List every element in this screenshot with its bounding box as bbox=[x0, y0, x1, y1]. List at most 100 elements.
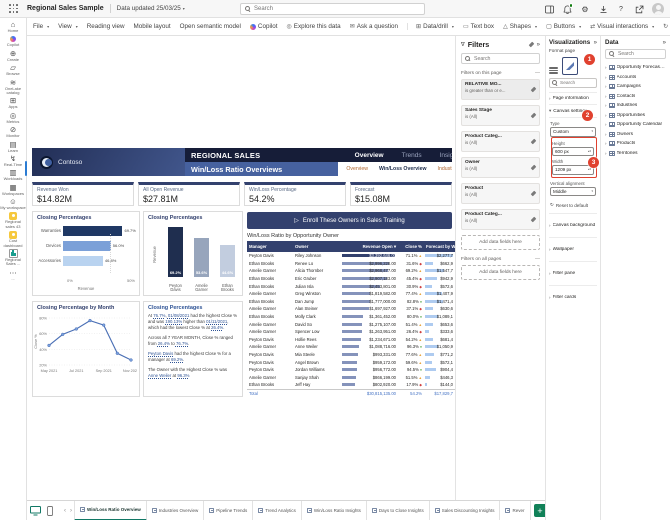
page-tab-rever[interactable]: Rever bbox=[500, 501, 531, 520]
nav-scroll-indicator[interactable] bbox=[25, 161, 27, 176]
table-row[interactable]: Ethan Brooks Jeff Hay $802,920.00 17.9%◆ $14… bbox=[247, 381, 455, 389]
filter-card-product-categ-[interactable]: Product Categ... is (All) bbox=[461, 209, 540, 230]
column-header-close[interactable]: Close % bbox=[398, 244, 424, 249]
canvas-height-input[interactable]: 600 px ▴▾ bbox=[552, 146, 594, 156]
data-table-industries[interactable]: › Industries bbox=[605, 101, 666, 111]
menu-item-view[interactable]: View ▾ bbox=[58, 23, 78, 30]
table-row[interactable]: Peyton Davis Angel Brown $959,172.00 59.6%▲… bbox=[247, 358, 455, 366]
data-table-campaigns[interactable]: › Campaigns bbox=[605, 82, 666, 92]
sidebar-item-home[interactable]: ⌂ Home bbox=[0, 20, 26, 33]
table-row[interactable]: Amelie Garner Spencer Low $1,263,951.00 26.… bbox=[247, 328, 455, 336]
page-tab-days-to-close-insights[interactable]: Days to Close Insights bbox=[367, 501, 430, 520]
settings-gear-icon[interactable]: ⚙ bbox=[580, 4, 590, 14]
menu-item-file[interactable]: File ▾ bbox=[33, 23, 49, 30]
menu-item-explore-this-data[interactable]: ◎ Explore this data bbox=[287, 23, 341, 30]
table-row[interactable]: Peyton Davis Hollie Rees $1,234,671.00 54.2… bbox=[247, 336, 455, 344]
sidebar-item-monitor[interactable]: ⊘ Monitor bbox=[0, 125, 26, 138]
clear-filter-eraser-icon[interactable] bbox=[530, 164, 537, 171]
vertical-alignment-select[interactable]: Middle ▾ bbox=[550, 186, 596, 196]
chevron-right-icon[interactable]: › bbox=[605, 103, 607, 108]
table-row[interactable]: Ethan Brooks Dan Jump $1,777,000.00 82.8%● $… bbox=[247, 298, 455, 306]
app-launcher-icon[interactable] bbox=[9, 4, 18, 13]
report-subtab-overview[interactable]: Overview bbox=[346, 166, 368, 172]
format-section-wallpaper[interactable]: › Wallpaper bbox=[549, 237, 597, 261]
page-tab-win-loss-ratio-overview[interactable]: Win/Loss Ratio Overview bbox=[74, 501, 147, 520]
menu-item-copilot[interactable]: Copilot bbox=[249, 23, 278, 30]
chevron-right-icon[interactable]: › bbox=[605, 132, 607, 137]
table-row[interactable]: Ethan Brooks Renee Lo $2,996,228.00 31.6%◆ $… bbox=[247, 260, 455, 268]
kpi-card-revenue-won[interactable]: Revenue Won $14.82M bbox=[32, 182, 134, 206]
clear-filter-eraser-icon[interactable] bbox=[530, 112, 537, 119]
menu-item-buttons[interactable]: ▢ Buttons ▾ bbox=[546, 23, 581, 30]
data-table-territories[interactable]: › Territories bbox=[605, 149, 666, 159]
chevron-right-icon[interactable]: › bbox=[605, 141, 607, 146]
user-avatar[interactable] bbox=[652, 3, 664, 15]
format-section-filter-cards[interactable]: › Filter cards bbox=[549, 285, 597, 309]
download-icon[interactable] bbox=[598, 4, 608, 14]
table-row[interactable]: Amelie Garner David So $1,275,107.00 51.4%▲… bbox=[247, 320, 455, 328]
sidebar-item-browse[interactable]: ▱ Browse bbox=[0, 63, 26, 76]
sidebar-item-workloads[interactable]: ▥ Workloads bbox=[0, 168, 26, 181]
data-table-opportunity-forecast-[interactable]: › Opportunity Forecast ... bbox=[605, 63, 666, 73]
help-icon[interactable]: ? bbox=[616, 4, 626, 14]
page-tab-pipeline-trends[interactable]: Pipeline Trends bbox=[204, 501, 254, 520]
closing-percentages-hbar-visual[interactable]: Closing Percentages Warranties 69.7% Devic… bbox=[32, 211, 140, 296]
chevron-right-icon[interactable]: › bbox=[605, 94, 607, 99]
bar-peyton-davis[interactable]: 69.2% bbox=[168, 227, 183, 277]
canvas-type-select[interactable]: Custom ▾ bbox=[550, 127, 596, 137]
global-search-input[interactable]: Search bbox=[240, 3, 425, 15]
table-row[interactable]: Amelie Garner Greg Winston $1,819,582.00 77… bbox=[247, 290, 455, 298]
spinner-icons[interactable]: ▴▾ bbox=[588, 168, 591, 171]
page-tab-sales-discounting-insights[interactable]: Sales Discounting Insights bbox=[430, 501, 501, 520]
chevron-right-icon[interactable]: › bbox=[605, 75, 607, 80]
page-information-section[interactable]: › Page information bbox=[549, 92, 597, 105]
table-row[interactable]: Peyton Davis Riley Johnson $3,392,646.00 71… bbox=[247, 252, 455, 260]
report-tab-trends[interactable]: Trends bbox=[402, 152, 422, 159]
table-row[interactable]: Peyton Davis Mia Steele $993,331.00 77.6%▲ $… bbox=[247, 351, 455, 359]
data-table-products[interactable]: › Products bbox=[605, 139, 666, 149]
chevron-right-icon[interactable]: › bbox=[605, 151, 607, 156]
data-table-opportunity-calendar[interactable]: › Opportunity Calendar bbox=[605, 120, 666, 130]
kpi-card-all-open-revenue[interactable]: All Open Revenue $27.81M bbox=[138, 182, 240, 206]
sidebar-item-create[interactable]: ⊕ Create bbox=[0, 49, 26, 62]
side-panel-icon[interactable] bbox=[544, 4, 554, 14]
report-subtab-industries[interactable]: Industries bbox=[438, 166, 453, 172]
add-data-fields-dropzone[interactable]: Add data fields here bbox=[461, 265, 540, 280]
collapse-pane-icon[interactable]: » bbox=[537, 42, 540, 48]
chevron-right-icon[interactable]: › bbox=[605, 65, 607, 70]
data-table-owners[interactable]: › Owners bbox=[605, 130, 666, 140]
bar-amelie-garner[interactable]: 53.6% bbox=[194, 238, 209, 277]
section-more-icon[interactable]: — bbox=[535, 70, 540, 76]
page-tab-trend-analytics[interactable]: Trend Analytics bbox=[253, 501, 302, 520]
menu-item-ask-a-question[interactable]: ✉ Ask a question bbox=[350, 23, 398, 30]
table-row[interactable]: Ethan Brooks Molly Clark $1,361,452.00 80.0… bbox=[247, 313, 455, 321]
canvas-width-input[interactable]: 1209 px ▴▾ bbox=[552, 165, 594, 175]
add-data-fields-dropzone[interactable]: Add data fields here bbox=[461, 235, 540, 250]
filter-card-owner[interactable]: Owner is (All) bbox=[461, 157, 540, 178]
page-tab-industries-overview[interactable]: Industries Overview bbox=[147, 501, 205, 520]
clear-filters-eraser-icon[interactable] bbox=[528, 41, 534, 48]
bar-ethan-brooks[interactable]: 44.6% bbox=[220, 244, 235, 277]
menu-item-reading-view[interactable]: Reading view bbox=[87, 23, 125, 30]
data-table-opportunities[interactable]: › Opportunities bbox=[605, 111, 666, 121]
chevron-right-icon[interactable]: › bbox=[605, 122, 607, 127]
filter-card-product-categ-[interactable]: Product Categ... is (All) bbox=[461, 131, 540, 152]
sidebar-item-real-time[interactable]: ↯ Real-Time bbox=[0, 154, 26, 167]
new-page-button[interactable]: + bbox=[533, 504, 545, 517]
sidebar-item-copilot[interactable]: Copilot bbox=[0, 34, 26, 47]
format-page-icon[interactable] bbox=[562, 57, 578, 75]
column-header-owner[interactable]: Owner bbox=[293, 244, 341, 249]
next-page-arrow[interactable]: › bbox=[70, 508, 72, 514]
filter-card-relative-mo-[interactable]: RELATIVE MO... is greater than or e... bbox=[461, 79, 540, 100]
filter-card-product[interactable]: Product is (All) bbox=[461, 183, 540, 204]
report-tab-insights[interactable]: Insights bbox=[440, 152, 452, 159]
chevron-right-icon[interactable]: › bbox=[605, 113, 607, 118]
menu-item-visual-interactions[interactable]: ⇄ Visual interactions ▾ bbox=[590, 23, 654, 30]
kpi-card-win-loss-percentage[interactable]: Win/Loss Percentage 54.2% bbox=[244, 182, 346, 206]
report-subtab-win-loss-overview[interactable]: Win/Loss Overview bbox=[379, 166, 427, 172]
smart-narrative-visual[interactable]: Closing Percentages At 76.7%, 01/08/2021… bbox=[143, 301, 243, 397]
sidebar-item-apps[interactable]: ⊞ Apps bbox=[0, 96, 26, 109]
menu-item-refresh[interactable]: ↻Refresh bbox=[663, 23, 670, 30]
closing-percentage-by-month-visual[interactable]: Closing Percentage by Month 80% 60% 40% 20%… bbox=[32, 301, 140, 397]
prev-page-arrow[interactable]: ‹ bbox=[64, 508, 66, 514]
